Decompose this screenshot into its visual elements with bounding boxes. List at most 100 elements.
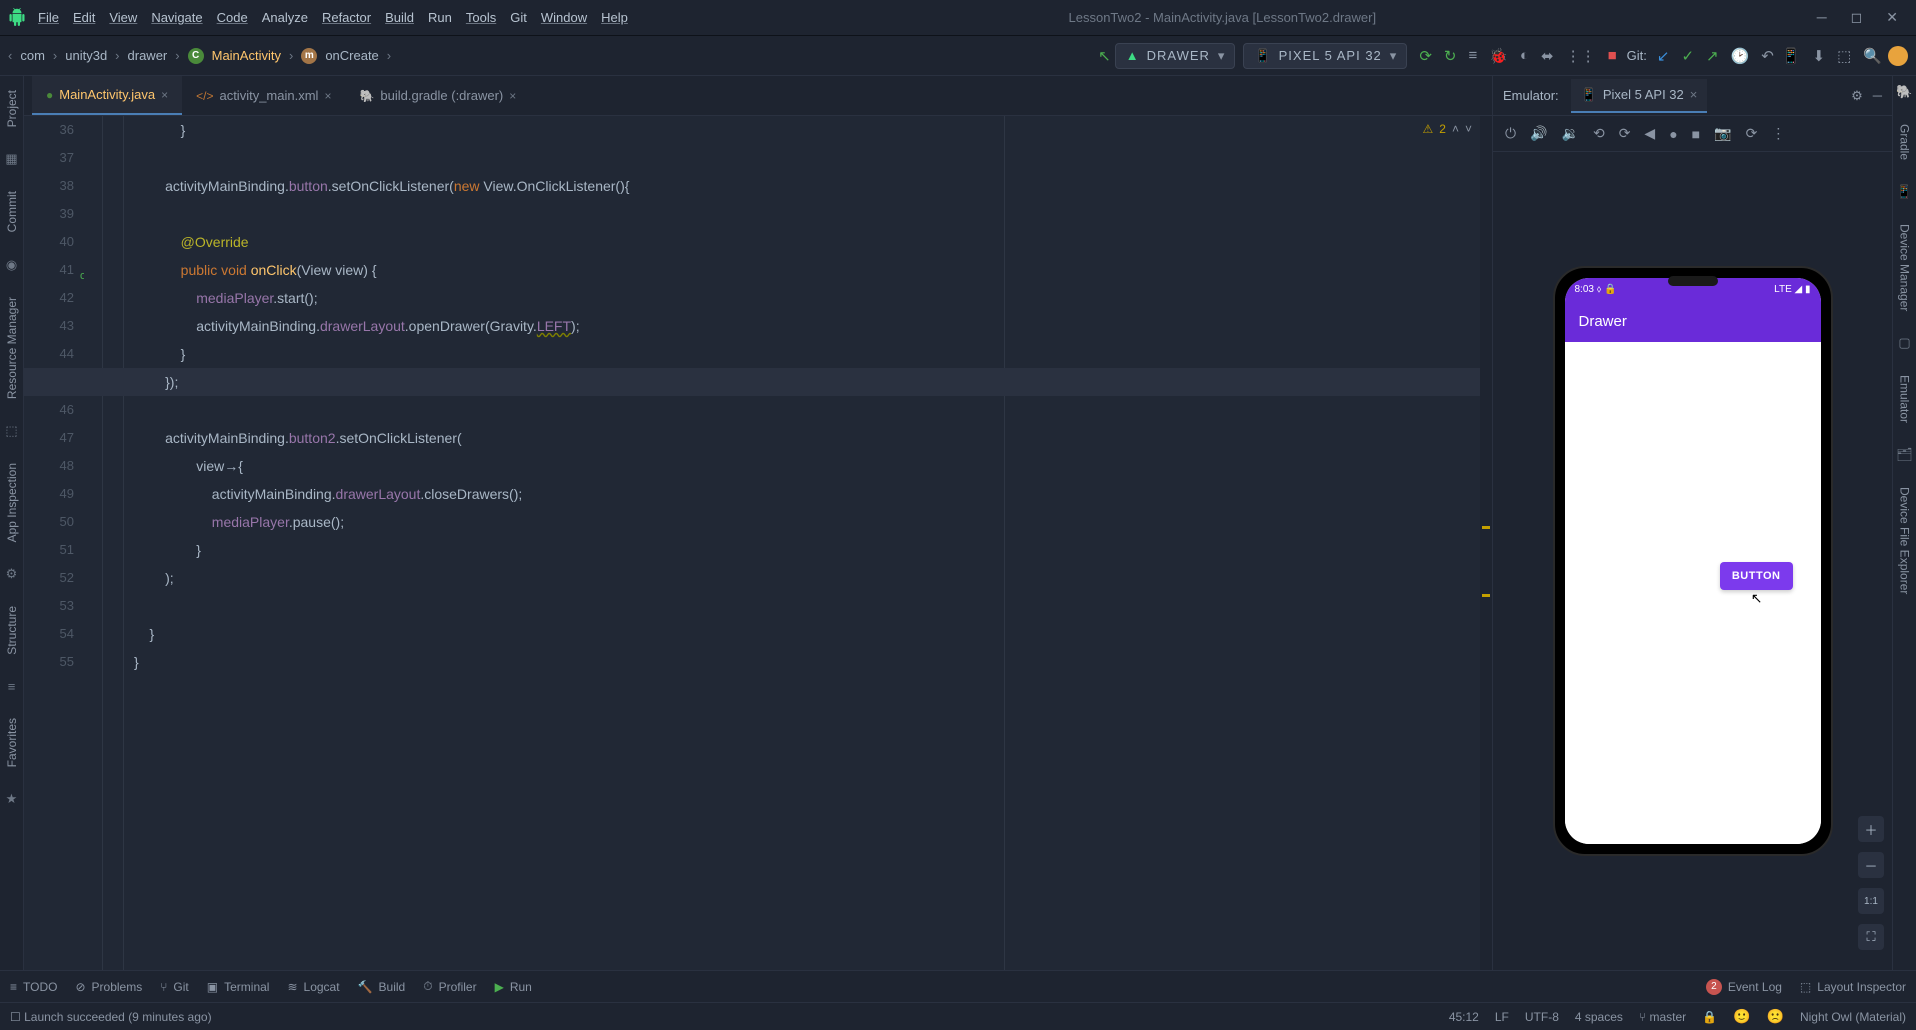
emulator-canvas[interactable]: 8:03 ⬨ 🔒 LTE ◢ ▮ Drawer BUTTON ↖ ＋ － 1 bbox=[1493, 152, 1892, 970]
stop-icon[interactable]: ■ bbox=[1608, 47, 1617, 64]
volume-up-icon[interactable]: 🔊 bbox=[1530, 125, 1547, 142]
back-icon[interactable]: ↖ bbox=[1098, 47, 1111, 65]
device-manager-tab[interactable]: Device Manager bbox=[1898, 218, 1912, 317]
git-commit-icon[interactable]: ✓ bbox=[1681, 47, 1694, 65]
overview-nav-icon[interactable]: ■ bbox=[1692, 126, 1700, 142]
scrollbar-warn-marker[interactable] bbox=[1482, 594, 1490, 597]
power-icon[interactable]: ⏻ bbox=[1505, 125, 1516, 142]
structure-tab[interactable]: Structure bbox=[5, 600, 19, 661]
code-content[interactable]: } activityMainBinding.button.setOnClickL… bbox=[124, 116, 1492, 970]
theme-label[interactable]: Night Owl (Material) bbox=[1800, 1010, 1906, 1024]
problems-tab[interactable]: ⊘Problems bbox=[75, 980, 142, 994]
profiler-tab[interactable]: ⏱Profiler bbox=[423, 979, 476, 994]
indent-settings[interactable]: 4 spaces bbox=[1575, 1010, 1623, 1024]
device-dropdown[interactable]: 📱 PIXEL 5 API 32 ▾ bbox=[1243, 43, 1407, 69]
apply-changes-icon[interactable]: ↻ bbox=[1444, 47, 1457, 65]
run-with-coverage-icon[interactable]: ⟳ bbox=[1419, 47, 1432, 65]
gear-icon[interactable]: ⚙ bbox=[1851, 88, 1863, 104]
menu-build[interactable]: Build bbox=[385, 10, 414, 25]
app-button[interactable]: BUTTON bbox=[1720, 562, 1793, 590]
zoom-1to1-button[interactable]: 1:1 bbox=[1858, 888, 1884, 914]
menu-file[interactable]: File bbox=[38, 10, 59, 25]
favorites-tab[interactable]: Favorites bbox=[5, 712, 19, 773]
crumb-class[interactable]: MainActivity bbox=[212, 48, 281, 63]
commit-tab[interactable]: Commit bbox=[5, 185, 19, 238]
search-icon[interactable]: 🔍 bbox=[1863, 47, 1882, 65]
profile-icon[interactable]: ◐ bbox=[1520, 47, 1529, 64]
caret-position[interactable]: 45:12 bbox=[1449, 1010, 1479, 1024]
menu-analyze[interactable]: Analyze bbox=[262, 10, 308, 25]
crumb-method[interactable]: onCreate bbox=[325, 48, 378, 63]
line-separator[interactable]: LF bbox=[1495, 1010, 1509, 1024]
run-tab[interactable]: ▶Run bbox=[495, 980, 532, 994]
debug-icon[interactable]: 🐞 bbox=[1489, 47, 1508, 65]
close-tab-icon[interactable]: × bbox=[324, 89, 331, 103]
terminal-tab[interactable]: ▣Terminal bbox=[207, 980, 270, 994]
build-tab[interactable]: 🔨Build bbox=[358, 980, 406, 994]
tab-build-gradle[interactable]: 🐘 build.gradle (:drawer) × bbox=[345, 76, 530, 115]
screenshot-icon[interactable]: 📷 bbox=[1714, 125, 1731, 142]
zoom-out-button[interactable]: － bbox=[1858, 852, 1884, 878]
more-run-icon[interactable]: ⋮⋮ bbox=[1566, 47, 1596, 65]
menu-code[interactable]: Code bbox=[217, 10, 248, 25]
layout-inspector-tab[interactable]: ⬚Layout Inspector bbox=[1800, 980, 1906, 994]
emulator-device-tab[interactable]: 📱 Pixel 5 API 32 × bbox=[1571, 79, 1708, 113]
device-screen[interactable]: 8:03 ⬨ 🔒 LTE ◢ ▮ Drawer BUTTON ↖ bbox=[1565, 278, 1821, 844]
menu-git[interactable]: Git bbox=[510, 10, 527, 25]
snapshot-icon[interactable]: ⟳ bbox=[1746, 125, 1758, 142]
crumb-drawer[interactable]: drawer bbox=[128, 48, 168, 63]
menu-help[interactable]: Help bbox=[601, 10, 628, 25]
chevron-left-icon[interactable]: ‹ bbox=[8, 48, 12, 63]
git-rollback-icon[interactable]: ↶ bbox=[1761, 47, 1774, 65]
app-inspection-tab[interactable]: App Inspection bbox=[5, 457, 19, 548]
home-nav-icon[interactable]: ● bbox=[1669, 126, 1677, 142]
editor-scrollbar[interactable] bbox=[1480, 116, 1492, 970]
back-nav-icon[interactable]: ◀ bbox=[1644, 125, 1655, 142]
rotate-left-icon[interactable]: ⟲ bbox=[1593, 125, 1605, 142]
app-body[interactable]: BUTTON ↖ bbox=[1565, 342, 1821, 844]
resource-manager-icon[interactable]: ⬚ bbox=[1837, 47, 1851, 65]
avd-manager-icon[interactable]: 📱 bbox=[1782, 47, 1801, 65]
menu-navigate[interactable]: Navigate bbox=[151, 10, 202, 25]
git-push-icon[interactable]: ↗ bbox=[1706, 47, 1719, 65]
file-encoding[interactable]: UTF-8 bbox=[1525, 1010, 1559, 1024]
logcat-tab[interactable]: ≋Logcat bbox=[287, 980, 339, 994]
git-history-icon[interactable]: 🕑 bbox=[1731, 47, 1750, 65]
git-update-icon[interactable]: ↙ bbox=[1657, 47, 1670, 65]
volume-down-icon[interactable]: 🔉 bbox=[1562, 125, 1579, 142]
lock-icon[interactable]: 🔒 bbox=[1702, 1010, 1717, 1024]
emulator-tab[interactable]: Emulator bbox=[1898, 369, 1912, 429]
git-tab[interactable]: ⑂Git bbox=[160, 980, 189, 994]
maximize-button[interactable]: ◻ bbox=[1851, 9, 1863, 26]
sdk-manager-icon[interactable]: ⬇ bbox=[1813, 47, 1826, 65]
tab-mainactivity[interactable]: ● MainActivity.java × bbox=[32, 76, 182, 115]
user-avatar[interactable] bbox=[1888, 46, 1908, 66]
menu-window[interactable]: Window bbox=[541, 10, 587, 25]
close-button[interactable]: ✕ bbox=[1886, 9, 1898, 26]
code-editor[interactable]: 36 37 38 39 40 41o↑ 42 43 44 45 46 47 48… bbox=[24, 116, 1492, 970]
attach-debugger-icon[interactable]: ⬌ bbox=[1541, 47, 1554, 65]
emoji-happy-icon[interactable]: 🙂 bbox=[1733, 1008, 1750, 1025]
close-icon[interactable]: × bbox=[1690, 87, 1698, 102]
menu-view[interactable]: View bbox=[109, 10, 137, 25]
menu-run[interactable]: Run bbox=[428, 10, 452, 25]
crumb-unity3d[interactable]: unity3d bbox=[65, 48, 107, 63]
menu-tools[interactable]: Tools bbox=[466, 10, 496, 25]
zoom-fit-button[interactable]: ⛶ bbox=[1858, 924, 1884, 950]
tab-activity-main-xml[interactable]: </> activity_main.xml × bbox=[182, 76, 345, 115]
crumb-com[interactable]: com bbox=[20, 48, 45, 63]
menu-refactor[interactable]: Refactor bbox=[322, 10, 371, 25]
prev-highlight-icon[interactable]: ˄ bbox=[1452, 122, 1459, 136]
run-config-dropdown[interactable]: ▲ DRAWER ▾ bbox=[1115, 43, 1236, 69]
close-tab-icon[interactable]: × bbox=[161, 88, 168, 102]
scrollbar-warn-marker[interactable] bbox=[1482, 526, 1490, 529]
zoom-in-button[interactable]: ＋ bbox=[1858, 816, 1884, 842]
resource-manager-tab[interactable]: Resource Manager bbox=[5, 291, 19, 405]
gradle-tab[interactable]: Gradle bbox=[1898, 118, 1912, 166]
emoji-sad-icon[interactable]: 🙁 bbox=[1767, 1008, 1784, 1025]
menu-edit[interactable]: Edit bbox=[73, 10, 95, 25]
project-tab[interactable]: Project bbox=[5, 84, 19, 133]
more-icon[interactable]: ⋮ bbox=[1771, 125, 1785, 142]
event-log-tab[interactable]: 2Event Log bbox=[1706, 979, 1782, 995]
minimize-button[interactable]: ─ bbox=[1817, 9, 1827, 26]
